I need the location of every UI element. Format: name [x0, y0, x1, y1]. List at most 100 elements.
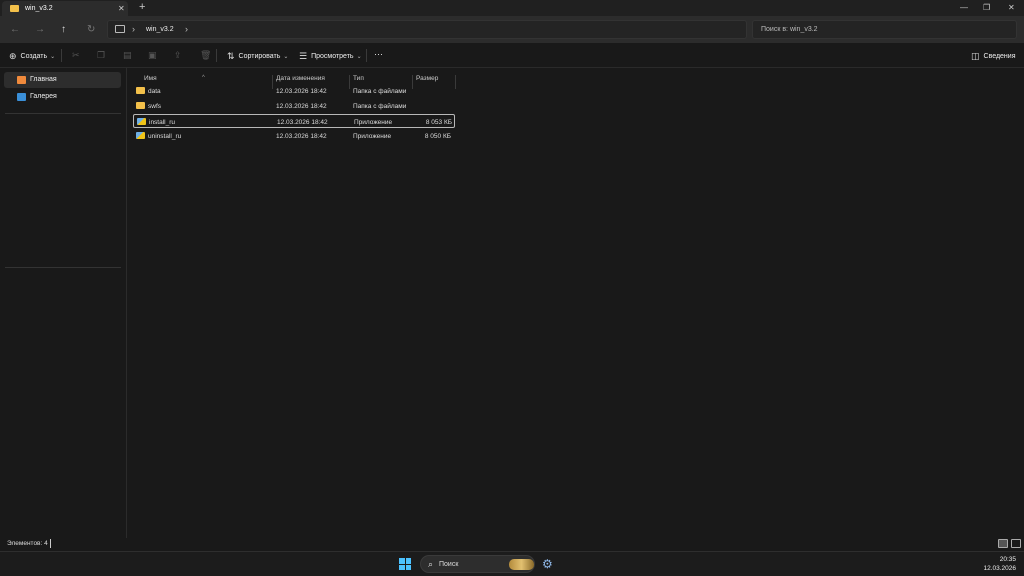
- column-name[interactable]: Имя: [144, 75, 157, 82]
- file-row-install-ru[interactable]: install_ru 12.03.2026 18:42 Приложение 8…: [133, 114, 455, 128]
- column-divider[interactable]: [455, 75, 456, 89]
- sort-button[interactable]: ⇅ Сортировать ⌄: [227, 51, 288, 62]
- settings-gear-icon[interactable]: ⚙: [542, 557, 553, 571]
- file-date: 12.03.2026 18:42: [276, 133, 327, 140]
- sidebar-item-home[interactable]: Главная: [4, 72, 121, 88]
- search-highlight-image: [509, 559, 534, 570]
- column-size[interactable]: Размер: [416, 75, 438, 82]
- chevron-down-icon: ⌄: [50, 54, 56, 60]
- taskbar-search[interactable]: ⌕ Поиск: [420, 555, 535, 573]
- navigation-pane: Главная Галерея: [0, 68, 127, 538]
- copy-icon[interactable]: ❐: [97, 50, 105, 61]
- file-date: 12.03.2026 18:42: [276, 88, 327, 95]
- column-date[interactable]: Дата изменения: [276, 75, 325, 82]
- plus-circle-icon: ⊕: [9, 51, 17, 61]
- clock-date: 12.03.2026: [983, 565, 1016, 572]
- sort-icon: ⇅: [227, 51, 235, 61]
- more-options-button[interactable]: ···: [374, 49, 383, 59]
- file-row-data[interactable]: data 12.03.2026 18:42 Папка с файлами: [133, 84, 455, 98]
- file-date: 12.03.2026 18:42: [276, 103, 327, 110]
- file-name: data: [148, 88, 161, 95]
- search-icon: ⌕: [428, 559, 434, 569]
- close-tab-icon[interactable]: ✕: [118, 4, 125, 13]
- delete-icon[interactable]: 🗑: [200, 50, 211, 61]
- item-count: Элементов: 4: [7, 540, 48, 547]
- file-type: Приложение: [354, 119, 393, 126]
- chevron-down-icon: ⌄: [356, 54, 362, 60]
- tiles-view-button[interactable]: [1011, 539, 1021, 548]
- cut-icon[interactable]: ✂: [72, 50, 80, 61]
- up-button[interactable]: ↑: [61, 24, 66, 35]
- file-name: install_ru: [149, 119, 176, 126]
- sidebar-divider: [5, 113, 121, 114]
- chevron-right-icon[interactable]: ›: [185, 24, 188, 34]
- file-list: ^ Имя Дата изменения Тип Размер data 12.…: [128, 68, 1024, 538]
- status-divider: [50, 539, 51, 548]
- file-size: 8 053 КБ: [425, 119, 452, 126]
- maximize-button[interactable]: ❐: [983, 3, 990, 12]
- installer-app-icon: [137, 118, 146, 125]
- column-headers: ^ Имя Дата изменения Тип Размер: [128, 71, 458, 89]
- installer-app-icon: [136, 132, 145, 139]
- file-date: 12.03.2026 18:42: [277, 119, 328, 126]
- title-bar: win_v3.2 ✕ + — ❐ ✕: [0, 0, 1024, 16]
- tab-title: win_v3.2: [25, 5, 53, 12]
- view-button[interactable]: ☰ Просмотреть ⌄: [299, 51, 362, 62]
- chevron-right-icon[interactable]: ›: [132, 24, 135, 34]
- file-size: 8 050 КБ: [424, 133, 451, 140]
- create-label: Создать: [20, 53, 48, 60]
- back-button[interactable]: ←: [10, 24, 20, 35]
- tab-win-v3-2[interactable]: win_v3.2 ✕: [2, 1, 128, 16]
- clock-time: 20:35: [999, 556, 1016, 563]
- refresh-button[interactable]: ↻: [87, 24, 95, 35]
- rename-icon[interactable]: ▣: [148, 50, 157, 61]
- forward-button[interactable]: →: [35, 24, 45, 35]
- sort-label: Сортировать: [238, 53, 281, 60]
- file-row-uninstall-ru[interactable]: uninstall_ru 12.03.2026 18:42 Приложение…: [133, 129, 455, 143]
- file-name: swfs: [148, 103, 161, 110]
- sidebar-item-gallery[interactable]: Галерея: [4, 89, 121, 105]
- windows-start-icon[interactable]: [399, 558, 411, 570]
- close-window-button[interactable]: ✕: [1008, 3, 1015, 12]
- folder-icon: [10, 5, 19, 12]
- command-bar: ⊕ Создать ⌄ ✂ ❐ ▤ ▣ ⇪ 🗑 ⇅ Сортировать ⌄ …: [0, 43, 1024, 68]
- details-label: Сведения: [983, 53, 1016, 60]
- details-pane-icon: ◫: [971, 51, 980, 61]
- toolbar-divider: [366, 49, 367, 62]
- breadcrumb-win-v3-2[interactable]: win_v3.2: [146, 26, 174, 33]
- sort-ascending-icon: ^: [202, 75, 205, 81]
- search-input[interactable]: Поиск в: win_v3.2: [752, 20, 1017, 39]
- create-button[interactable]: ⊕ Создать ⌄: [9, 51, 55, 62]
- file-row-swfs[interactable]: swfs 12.03.2026 18:42 Папка с файлами: [133, 99, 455, 113]
- chevron-down-icon: ⌄: [283, 54, 289, 60]
- toolbar-divider: [216, 49, 217, 62]
- system-clock[interactable]: 20:35 12.03.2026: [980, 555, 1016, 573]
- folder-icon: [136, 87, 145, 94]
- computer-icon: [115, 25, 125, 33]
- navigation-bar: ← → ↑ ↻ › win_v3.2 › Поиск в: win_v3.2: [0, 16, 1024, 43]
- taskbar: ⌕ Поиск ⚙ 20:35 12.03.2026: [0, 551, 1024, 576]
- details-button[interactable]: ◫ Сведения: [971, 51, 1016, 62]
- view-icon: ☰: [299, 51, 308, 61]
- sidebar-item-label: Главная: [30, 76, 57, 83]
- toolbar-divider: [61, 49, 62, 62]
- home-icon: [17, 76, 26, 84]
- search-placeholder: Поиск в: win_v3.2: [761, 26, 818, 33]
- share-icon[interactable]: ⇪: [174, 50, 182, 61]
- column-type[interactable]: Тип: [353, 75, 364, 82]
- file-name: uninstall_ru: [148, 133, 182, 140]
- sidebar-item-label: Галерея: [30, 93, 57, 100]
- minimize-button[interactable]: —: [960, 3, 968, 12]
- folder-icon: [136, 102, 145, 109]
- sidebar-divider: [5, 267, 121, 268]
- details-view-button[interactable]: [998, 539, 1008, 548]
- address-bar[interactable]: › win_v3.2 ›: [107, 20, 747, 39]
- file-type: Папка с файлами: [353, 103, 407, 110]
- paste-icon[interactable]: ▤: [123, 50, 132, 61]
- file-type: Папка с файлами: [353, 88, 407, 95]
- gallery-icon: [17, 93, 26, 101]
- new-tab-button[interactable]: +: [139, 1, 145, 13]
- view-label: Просмотреть: [311, 53, 354, 60]
- file-type: Приложение: [353, 133, 392, 140]
- taskbar-search-label: Поиск: [439, 561, 459, 568]
